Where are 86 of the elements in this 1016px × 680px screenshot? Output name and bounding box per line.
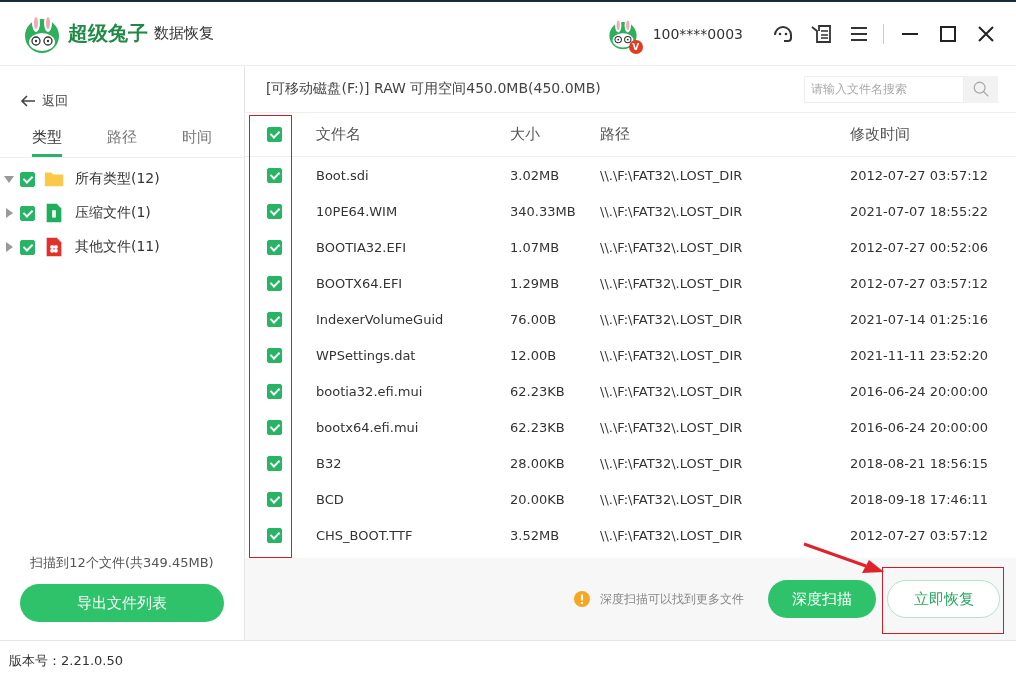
- scan-summary: 扫描到12个文件(共349.45MB): [30, 554, 214, 572]
- table-cell-text: 62.23KB: [510, 419, 566, 435]
- checkbox[interactable]: [267, 311, 282, 327]
- checkbox[interactable]: [267, 419, 282, 435]
- table-cell-text: WPSettings.dat: [316, 347, 417, 363]
- checkbox[interactable]: [267, 455, 282, 471]
- table-cell-text: \\.\F:\FAT32\.LOST_DIR: [600, 419, 744, 435]
- account-id: 100****0003: [652, 25, 743, 42]
- deep-scan-tip: 深度扫描可以找到更多文件: [600, 590, 744, 608]
- table-cell-text: \\.\F:\FAT32\.LOST_DIR: [600, 167, 744, 183]
- checkbox[interactable]: [267, 491, 282, 507]
- expand-caret-icon[interactable]: [4, 208, 14, 218]
- warning-icon: [574, 591, 590, 607]
- app-name: 超级兔子: [68, 20, 148, 47]
- table-cell-text: \\.\F:\FAT32\.LOST_DIR: [600, 491, 744, 507]
- search-icon[interactable]: [972, 80, 990, 98]
- table-cell-text: 2012-07-27 03:57:12: [850, 527, 990, 543]
- filter-tab[interactable]: 路径: [84, 120, 160, 157]
- table-cell-text: \\.\F:\FAT32\.LOST_DIR: [600, 347, 744, 363]
- back-button[interactable]: 返回: [0, 66, 68, 120]
- table-cell-text: 2012-07-27 03:57:12: [850, 275, 990, 291]
- app-subtitle: 数据恢复: [154, 24, 214, 43]
- avatar-icon[interactable]: [606, 17, 639, 50]
- column-header[interactable]: 修改时间: [850, 125, 1016, 144]
- checkbox[interactable]: [267, 203, 282, 219]
- filter-tab[interactable]: 时间: [159, 120, 234, 157]
- table-cell-text: \\.\F:\FAT32\.LOST_DIR: [600, 239, 744, 255]
- checkbox[interactable]: [20, 171, 35, 187]
- table-cell-text: \\.\F:\FAT32\.LOST_DIR: [600, 203, 744, 219]
- table-cell-text: \\.\F:\FAT32\.LOST_DIR: [600, 383, 744, 399]
- search-button[interactable]: [964, 75, 998, 103]
- table-cell-text: 2016-06-24 20:00:00: [850, 419, 990, 435]
- disk-info: [可移动磁盘(F:)] RAW 可用空间450.0MB(450.0MB): [266, 80, 602, 98]
- table-cell-text: \\.\F:\FAT32\.LOST_DIR: [600, 311, 744, 327]
- column-header[interactable]: 路径: [600, 125, 850, 144]
- table-cell-text: \\.\F:\FAT32\.LOST_DIR: [600, 527, 744, 543]
- version-label: 版本号：2.21.0.50: [0, 640, 1016, 680]
- table-cell-text: 76.00B: [510, 311, 558, 327]
- table-cell-text: BOOTIA32.EFI: [316, 239, 408, 255]
- table-cell-text: 2012-07-27 00:52:06: [850, 239, 990, 255]
- checkbox[interactable]: [267, 239, 282, 255]
- table-cell-text: 2021-07-07 18:55:22: [850, 203, 990, 219]
- table-cell-text: 62.23KB: [510, 383, 566, 399]
- checkbox[interactable]: [267, 167, 282, 183]
- checkbox[interactable]: [267, 275, 282, 291]
- table-cell-text: CHS_BOOT.TTF: [316, 527, 414, 543]
- table-cell-text: Boot.sdi: [316, 167, 370, 183]
- expand-caret-icon[interactable]: [4, 242, 14, 252]
- table-cell-text: 28.00KB: [510, 455, 566, 471]
- table-cell-text: 2021-07-14 01:25:16: [850, 311, 990, 327]
- collapse-caret-icon[interactable]: [4, 174, 14, 184]
- table-cell-text: 12.00B: [510, 347, 558, 363]
- tree-label[interactable]: 其他文件(11): [75, 238, 160, 256]
- checkbox[interactable]: [20, 205, 35, 221]
- table-cell-text: \\.\F:\FAT32\.LOST_DIR: [600, 455, 744, 471]
- table-cell-text: 2016-06-24 20:00:00: [850, 383, 990, 399]
- table-cell-text: BCD: [316, 491, 345, 507]
- tree-label[interactable]: 压缩文件(1): [75, 204, 151, 222]
- filter-tab[interactable]: 类型: [10, 120, 85, 157]
- checkbox[interactable]: [267, 347, 282, 363]
- table-cell-text: 1.07MB: [510, 239, 561, 255]
- table-cell-text: 3.02MB: [510, 167, 561, 183]
- table-cell-text: B32: [316, 455, 343, 471]
- table-cell-text: bootx64.efi.mui: [316, 419, 420, 435]
- checkbox[interactable]: [267, 527, 282, 543]
- column-header[interactable]: 文件名: [316, 125, 510, 144]
- table-cell-text: BOOTX64.EFI: [316, 275, 404, 291]
- table-cell-text: 340.33MB: [510, 203, 577, 219]
- back-arrow-icon: [20, 93, 36, 109]
- checkbox[interactable]: [267, 383, 282, 399]
- table-cell-text: 2018-09-18 17:46:11: [850, 491, 990, 507]
- table-cell-text: 2012-07-27 03:57:12: [850, 167, 990, 183]
- table-cell-text: 20.00KB: [510, 491, 566, 507]
- checkbox[interactable]: [267, 127, 282, 142]
- table-cell-text: 10PE64.WIM: [316, 203, 399, 219]
- table-cell-text: IndexerVolumeGuid: [316, 311, 445, 327]
- table-cell-text: 2018-08-21 18:56:15: [850, 455, 990, 471]
- tree-label[interactable]: 所有类型(12): [75, 170, 160, 188]
- checkbox[interactable]: [20, 239, 35, 255]
- search-field[interactable]: 请输入文件名搜索: [804, 75, 964, 103]
- column-header[interactable]: 大小: [510, 125, 600, 144]
- table-cell-text: \\.\F:\FAT32\.LOST_DIR: [600, 275, 744, 291]
- table-cell-text: 1.29MB: [510, 275, 561, 291]
- table-cell-text: bootia32.efi.mui: [316, 383, 424, 399]
- table-cell-text: 2021-11-11 23:52:20: [850, 347, 990, 363]
- table-cell-text: 3.52MB: [510, 527, 561, 543]
